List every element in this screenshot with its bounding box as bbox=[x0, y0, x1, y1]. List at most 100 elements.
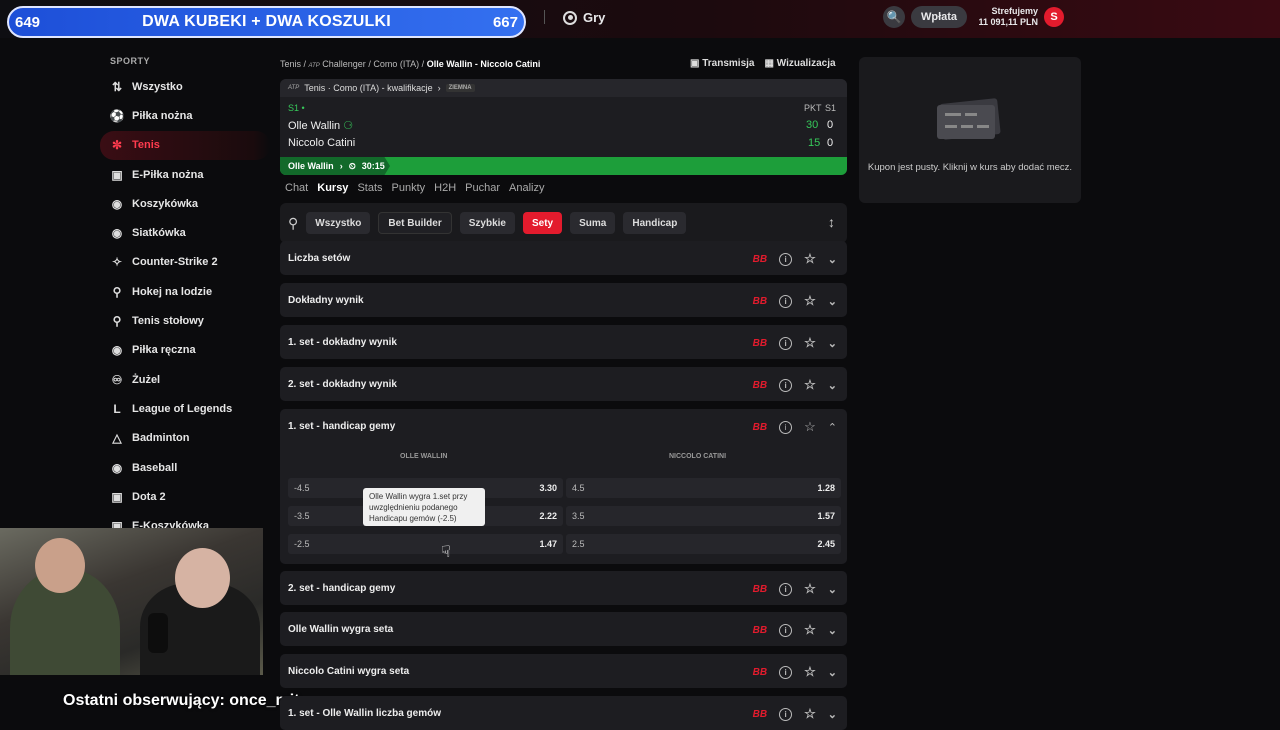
market-row[interactable]: Liczba setów BB i ☆ ⌄ bbox=[280, 241, 847, 275]
bet-builder-icon[interactable]: BB bbox=[753, 380, 767, 391]
bet-builder-icon[interactable]: BB bbox=[753, 254, 767, 265]
bet-builder-icon[interactable]: BB bbox=[753, 422, 767, 433]
star-icon[interactable]: ☆ bbox=[804, 581, 816, 597]
star-icon[interactable]: ☆ bbox=[804, 377, 816, 393]
chevron-down-icon[interactable]: ⌄ bbox=[828, 295, 837, 308]
sidebar-item[interactable]: △ Badminton bbox=[100, 424, 270, 453]
breadcrumb-tour[interactable]: Challenger bbox=[322, 59, 366, 69]
scoreboard-header: ATP Tenis · Como (ITA) - kwalifikacje › … bbox=[280, 79, 847, 97]
breadcrumb-event[interactable]: Como (ITA) bbox=[373, 59, 419, 69]
bet-builder-icon[interactable]: BB bbox=[753, 296, 767, 307]
bet-builder-icon[interactable]: BB bbox=[753, 338, 767, 349]
tab[interactable]: Puchar bbox=[465, 182, 500, 194]
filter-button[interactable]: Bet Builder bbox=[378, 212, 452, 234]
games-link[interactable]: Gry bbox=[563, 10, 605, 25]
breadcrumb-sport[interactable]: Tenis bbox=[280, 59, 301, 69]
chevron-down-icon[interactable]: ⌄ bbox=[828, 253, 837, 266]
chevron-down-icon[interactable]: ⌄ bbox=[828, 379, 837, 392]
star-icon[interactable]: ☆ bbox=[804, 335, 816, 351]
tooltip: Olle Wallin wygra 1.set przy uwzględnien… bbox=[363, 488, 485, 526]
chevron-up-icon[interactable]: ⌃ bbox=[828, 421, 837, 434]
star-icon[interactable]: ☆ bbox=[804, 293, 816, 309]
sidebar-item[interactable]: ⚽ Piłka nożna bbox=[100, 101, 270, 130]
filter-button[interactable]: Wszystko bbox=[306, 212, 371, 234]
ticket-icon bbox=[937, 98, 1001, 140]
bet-builder-icon[interactable]: BB bbox=[753, 625, 767, 636]
market-title[interactable]: 1. set - handicap gemy bbox=[288, 421, 395, 432]
transmisja-button[interactable]: ▣ Transmisja bbox=[690, 58, 755, 69]
info-icon[interactable]: i bbox=[779, 294, 793, 308]
account-name: Strefujemy bbox=[991, 6, 1038, 16]
market-row[interactable]: 2. set - dokładny wynik BB i ☆ ⌄ bbox=[280, 367, 847, 401]
chevron-down-icon[interactable]: ⌄ bbox=[828, 337, 837, 350]
info-icon[interactable]: i bbox=[779, 582, 793, 596]
filter-button[interactable]: Sety bbox=[522, 212, 563, 234]
sidebar-item[interactable]: ◉ Piłka ręczna bbox=[100, 336, 270, 365]
wizualizacja-button[interactable]: ▦ Wizualizacja bbox=[765, 58, 836, 69]
info-icon[interactable]: i bbox=[779, 378, 793, 392]
star-icon[interactable]: ☆ bbox=[804, 664, 816, 680]
market-row[interactable]: Olle Wallin wygra seta BB i ☆ ⌄ bbox=[280, 612, 847, 646]
info-icon[interactable]: i bbox=[779, 665, 793, 679]
tab[interactable]: Kursy bbox=[317, 182, 348, 194]
odds-cell[interactable]: 2.5 2.45 bbox=[566, 534, 841, 554]
sidebar-item[interactable]: ✧ Counter-Strike 2 bbox=[100, 248, 270, 277]
info-icon[interactable]: i bbox=[779, 623, 793, 637]
sidebar-item[interactable]: ▣ E-Piłka nożna bbox=[100, 160, 270, 189]
account-info[interactable]: Strefujemy 11 091,11 PLN bbox=[978, 6, 1038, 28]
sidebar-item[interactable]: ◉ Baseball bbox=[100, 453, 270, 482]
filter-button[interactable]: Szybkie bbox=[459, 212, 515, 234]
player2-name: Niccolo Catini bbox=[288, 137, 356, 149]
sidebar-item[interactable]: ⚲ Hokej na lodzie bbox=[100, 277, 270, 306]
info-icon[interactable]: i bbox=[779, 252, 793, 266]
sidebar-item[interactable]: ♾ Żużel bbox=[100, 365, 270, 394]
avatar[interactable]: S bbox=[1044, 7, 1064, 27]
sidebar-item[interactable]: L League of Legends bbox=[100, 394, 270, 423]
info-icon[interactable]: i bbox=[779, 420, 793, 434]
star-icon[interactable]: ☆ bbox=[804, 251, 816, 267]
market-row[interactable]: Dokładny wynik BB i ☆ ⌄ bbox=[280, 283, 847, 317]
sidebar-item[interactable]: ✼ Tenis bbox=[100, 130, 270, 160]
search-icon[interactable]: ⚲ bbox=[288, 215, 298, 232]
tab[interactable]: Stats bbox=[357, 182, 382, 194]
tab[interactable]: H2H bbox=[434, 182, 456, 194]
star-icon[interactable]: ☆ bbox=[804, 419, 816, 435]
info-icon[interactable]: i bbox=[779, 707, 793, 721]
market-row[interactable]: 1. set - dokładny wynik BB i ☆ ⌄ bbox=[280, 325, 847, 359]
microphone bbox=[148, 613, 168, 653]
chevron-down-icon[interactable]: ⌄ bbox=[828, 624, 837, 637]
odds-cell[interactable]: 4.5 1.28 bbox=[566, 478, 841, 498]
market-row[interactable]: Niccolo Catini wygra seta BB i ☆ ⌄ bbox=[280, 654, 847, 688]
breadcrumb: Tenis / ATP Challenger / Como (ITA) / Ol… bbox=[280, 59, 541, 69]
chevron-down-icon[interactable]: ⌄ bbox=[828, 666, 837, 679]
star-icon[interactable]: ☆ bbox=[804, 622, 816, 638]
sidebar-item[interactable]: ◉ Koszykówka bbox=[100, 189, 270, 218]
tab[interactable]: Chat bbox=[285, 182, 308, 194]
goal-target: 667 bbox=[492, 13, 518, 31]
tab[interactable]: Punkty bbox=[392, 182, 426, 194]
odds-cell[interactable]: 3.5 1.57 bbox=[566, 506, 841, 526]
sidebar-item[interactable]: ▣ Dota 2 bbox=[100, 482, 270, 511]
market-expanded: 1. set - handicap gemy BB i ☆ ⌃ OLLE WAL… bbox=[280, 409, 847, 564]
filter-button[interactable]: Suma bbox=[570, 212, 616, 234]
chevron-down-icon[interactable]: ⌄ bbox=[828, 708, 837, 721]
sidebar-item[interactable]: ⇅ Wszystko bbox=[100, 72, 270, 101]
search-button[interactable]: 🔍 bbox=[883, 6, 905, 28]
bet-builder-icon[interactable]: BB bbox=[753, 709, 767, 720]
games-icon bbox=[563, 10, 577, 25]
filter-button[interactable]: Handicap bbox=[623, 212, 687, 234]
football-icon: ⚽ bbox=[109, 108, 125, 123]
market-row[interactable]: 2. set - handicap gemy BB i ☆ ⌄ bbox=[280, 571, 847, 605]
odds-cell[interactable]: -2.5 1.47 bbox=[288, 534, 563, 554]
bet-builder-icon[interactable]: BB bbox=[753, 584, 767, 595]
sidebar-item[interactable]: ◉ Siatkówka bbox=[100, 218, 270, 247]
chevron-down-icon[interactable]: ⌄ bbox=[828, 583, 837, 596]
deposit-button[interactable]: Wpłata bbox=[911, 6, 967, 28]
tab[interactable]: Analizy bbox=[509, 182, 544, 194]
sidebar-item[interactable]: ⚲ Tenis stołowy bbox=[100, 306, 270, 335]
market-row[interactable]: 1. set - Olle Wallin liczba gemów BB i ☆ ⌄ bbox=[280, 696, 847, 730]
sort-icon[interactable]: ↕ bbox=[828, 214, 835, 230]
sidebar-item-label: Wszystko bbox=[132, 80, 183, 93]
info-icon[interactable]: i bbox=[779, 336, 793, 350]
bet-builder-icon[interactable]: BB bbox=[753, 667, 767, 678]
